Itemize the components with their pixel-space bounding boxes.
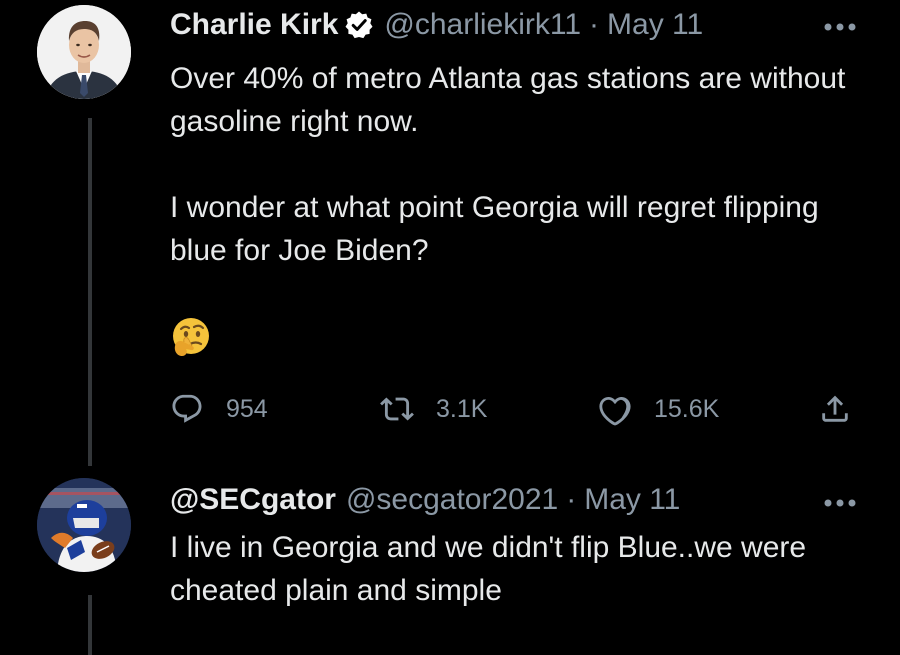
display-name[interactable]: Charlie Kirk <box>170 8 338 42</box>
avatar[interactable] <box>37 478 131 572</box>
more-options-icon[interactable] <box>822 496 858 508</box>
separator-dot: · <box>566 483 577 516</box>
share-button[interactable] <box>818 385 852 433</box>
like-count: 15.6K <box>654 394 720 423</box>
retweet-icon <box>380 397 414 421</box>
user-handle[interactable]: @charliekirk11 <box>384 8 581 42</box>
reply-count: 954 <box>226 394 268 423</box>
separator-dot: · <box>589 8 600 41</box>
tweet-secgator[interactable]: @SECgator @secgator2021 · May 11 I live … <box>0 460 900 655</box>
user-handle[interactable]: @secgator2021 <box>346 483 558 517</box>
avatar[interactable] <box>37 5 131 99</box>
person-photo-icon <box>37 5 131 99</box>
share-icon <box>822 395 848 422</box>
thread-line <box>88 595 92 655</box>
heart-icon <box>599 396 631 426</box>
thread-line <box>88 118 92 466</box>
tweet-actions: 954 3.1K 15.6K <box>170 385 870 433</box>
reply-button[interactable]: 954 <box>170 385 268 433</box>
tweet-text: I live in Georgia and we didn't flip Blu… <box>170 531 807 607</box>
display-name[interactable]: @SECgator <box>170 483 336 517</box>
tweet-header: @SECgator @secgator2021 · May 11 <box>170 483 680 517</box>
tweet-date[interactable]: May 11 <box>607 8 703 42</box>
tweet-header: Charlie Kirk @charliekirk11 · May 11 <box>170 8 703 42</box>
more-options-icon[interactable] <box>822 20 858 32</box>
football-player-photo-icon <box>37 478 131 572</box>
retweet-count: 3.1K <box>436 394 488 423</box>
tweet-date[interactable]: May 11 <box>584 483 680 517</box>
retweet-button[interactable]: 3.1K <box>380 385 487 433</box>
verified-badge-icon <box>344 10 374 40</box>
tweet-charlie-kirk[interactable]: Charlie Kirk @charliekirk11 · May 11 Ove… <box>0 0 900 466</box>
thinking-face-icon <box>170 316 212 358</box>
reply-icon <box>172 394 202 423</box>
tweet-text: Over 40% of metro Atlanta gas stations a… <box>170 62 846 267</box>
like-button[interactable]: 15.6K <box>598 385 719 433</box>
